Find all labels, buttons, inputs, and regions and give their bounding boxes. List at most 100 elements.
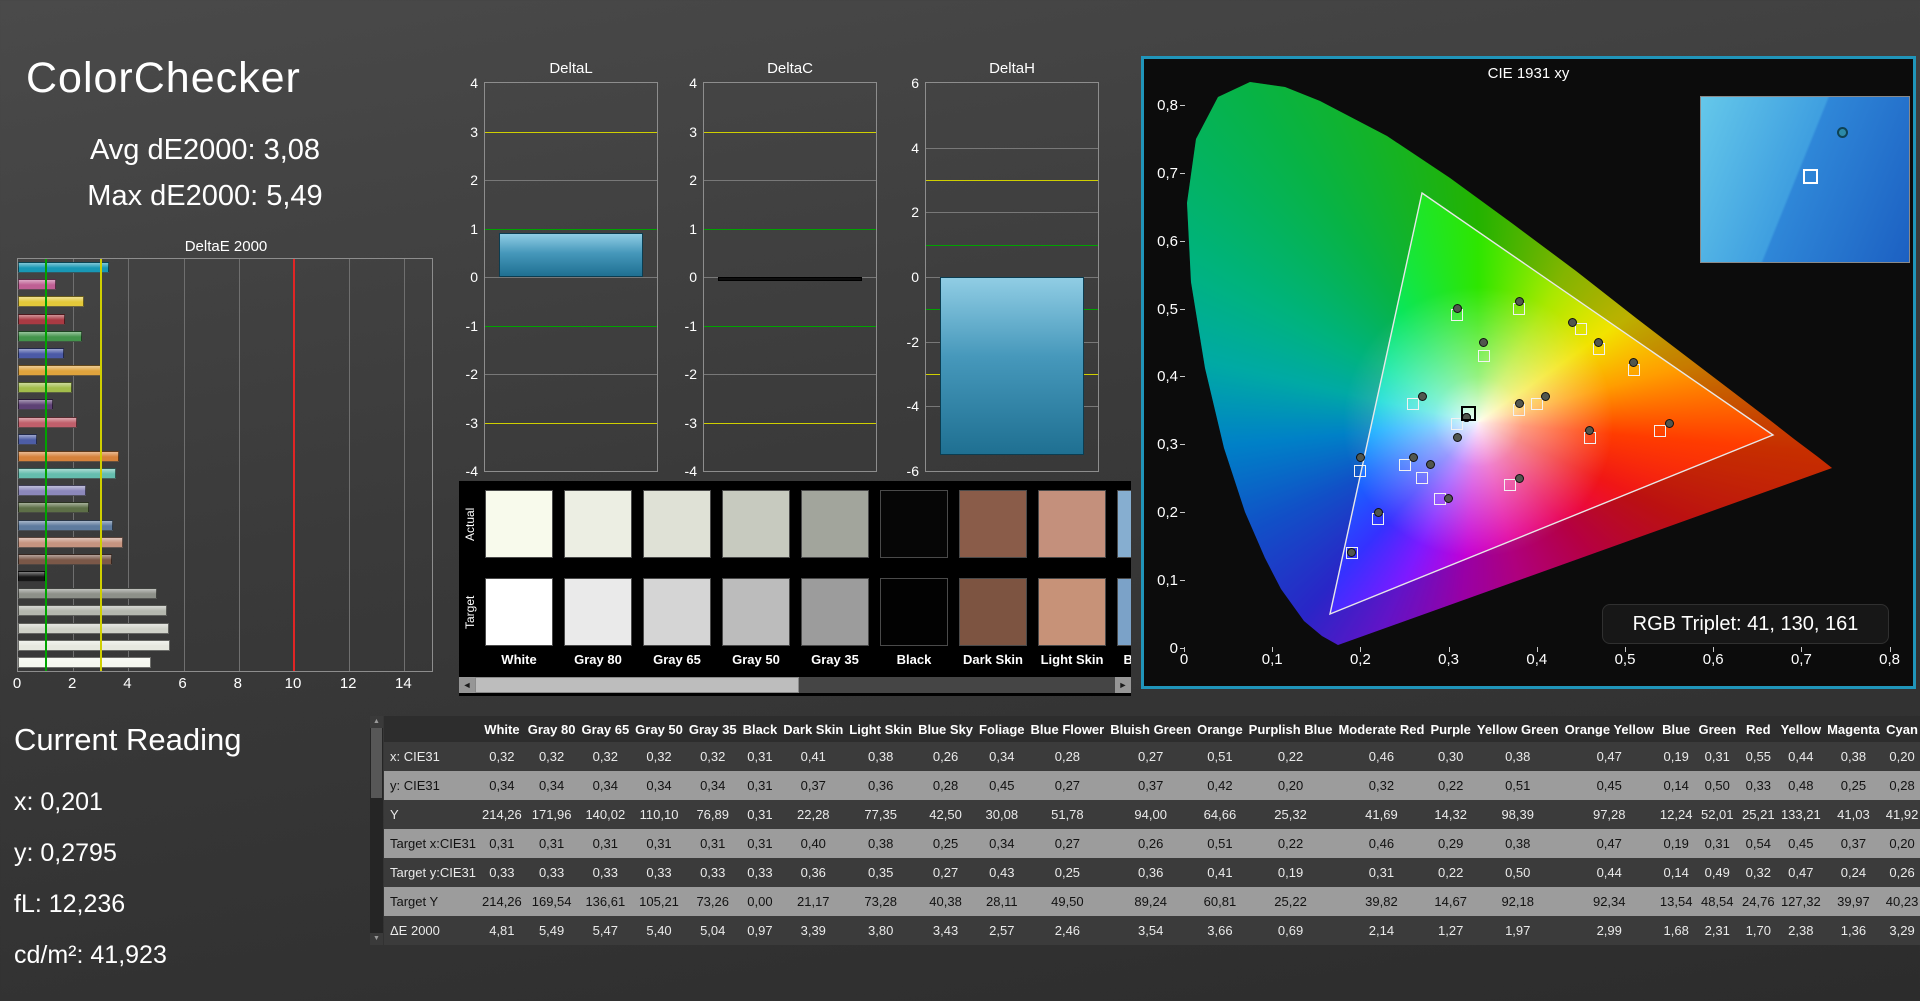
swatch-target-gray-50[interactable] bbox=[722, 578, 790, 646]
deltae-bar-moderate-red bbox=[18, 416, 78, 428]
cie-measured-purplish-blue bbox=[1373, 507, 1383, 517]
axis-tick-label: 2 bbox=[911, 204, 919, 221]
cell: 2,31 bbox=[1704, 923, 1730, 938]
cell: 94,00 bbox=[1134, 807, 1167, 822]
swatch-actual-blue-sky[interactable] bbox=[1117, 490, 1131, 558]
swatch-actual-light-skin[interactable] bbox=[1038, 490, 1106, 558]
cie-selected-target bbox=[1460, 406, 1476, 422]
swatch-actual-dark-skin[interactable] bbox=[959, 490, 1027, 558]
axis-tick-label: 0,8 bbox=[1879, 651, 1901, 668]
cell: 5,47 bbox=[592, 923, 618, 938]
swatch-target-black[interactable] bbox=[880, 578, 948, 646]
cell: 0,14 bbox=[1663, 865, 1689, 880]
cell: 13,54 bbox=[1659, 894, 1693, 909]
swatch-target-light-skin[interactable] bbox=[1038, 578, 1106, 646]
scroll-up-icon[interactable]: ▲ bbox=[370, 716, 383, 728]
cell: 0,47 bbox=[1596, 836, 1622, 851]
reference-line bbox=[704, 325, 876, 327]
scroll-down-icon[interactable]: ▼ bbox=[370, 933, 383, 945]
scroll-left-icon[interactable]: ◄ bbox=[459, 677, 475, 693]
cell: 48,54 bbox=[1700, 894, 1734, 909]
inset-target-square bbox=[1803, 169, 1818, 184]
cie-measured-red bbox=[1664, 419, 1674, 429]
cie-target-blue-sky bbox=[1398, 458, 1411, 471]
axis-tick-label: 1 bbox=[470, 220, 478, 237]
swatch-actual-white[interactable] bbox=[485, 490, 553, 558]
cell: 0,34 bbox=[646, 778, 672, 793]
cie-target-dark-skin bbox=[1530, 397, 1543, 410]
scrollbar-thumb[interactable] bbox=[475, 677, 799, 693]
scroll-right-icon[interactable]: ► bbox=[1115, 677, 1131, 693]
deltae-bar-blue-sky bbox=[18, 519, 113, 531]
cell: 0,22 bbox=[1277, 749, 1304, 764]
cell: 0,32 bbox=[700, 749, 726, 764]
reading-y: y: 0,2795 bbox=[14, 839, 117, 867]
deltae-bar-green bbox=[18, 330, 82, 342]
swatch-actual-gray-80[interactable] bbox=[564, 490, 632, 558]
deltae-bar-gray-35 bbox=[18, 588, 158, 600]
cell: 0,45 bbox=[989, 778, 1015, 793]
deltac-chart: DeltaC 4 3 2 1 0 -1 -2 -3 -4 bbox=[671, 60, 883, 500]
cell: 0,31 bbox=[538, 836, 565, 851]
swatch-target-white[interactable] bbox=[485, 578, 553, 646]
cell: 28,11 bbox=[986, 894, 1018, 909]
scrollbar-thumb[interactable] bbox=[371, 728, 382, 798]
row-label: y: CIE31 bbox=[390, 778, 440, 793]
deltae-bar-cyan bbox=[18, 262, 109, 273]
table-vertical-scrollbar[interactable]: ▲ ▼ bbox=[370, 716, 383, 945]
column-header-light-skin: Light Skin bbox=[846, 716, 916, 742]
reference-line bbox=[704, 228, 876, 230]
swatch-actual-gray-50[interactable] bbox=[722, 490, 790, 558]
cell: 0,45 bbox=[1788, 836, 1814, 851]
axis-tick-label: 0 bbox=[470, 269, 478, 285]
deltae-bar-purplish-blue bbox=[18, 433, 38, 445]
gridline bbox=[404, 259, 406, 671]
deltae-bar-white bbox=[18, 656, 151, 668]
cell: 0,41 bbox=[800, 749, 826, 764]
table-row-y: Y 214,26 171,96 140,02 110,10 76,89 0,31 22,28 7… bbox=[384, 800, 1920, 829]
axis-tick-label: 0,1 bbox=[1261, 651, 1283, 668]
swatch-actual-black[interactable] bbox=[880, 490, 948, 558]
axis-tick-label: 0 bbox=[12, 675, 22, 692]
cie-target-blue-flower bbox=[1416, 472, 1429, 485]
cell: 0,32 bbox=[1745, 865, 1771, 880]
cell: 41,03 bbox=[1837, 807, 1870, 822]
swatch-actual-gray-35[interactable] bbox=[801, 490, 869, 558]
swatch-target-blue-sky[interactable] bbox=[1117, 578, 1131, 646]
deltae2000-plot bbox=[17, 258, 433, 672]
cell: 0,14 bbox=[1663, 778, 1689, 793]
axis-tick-label: 6 bbox=[178, 675, 187, 692]
swatch-scrollbar[interactable]: ◄ ► bbox=[459, 677, 1131, 693]
cell: 14,67 bbox=[1434, 894, 1467, 909]
axis-tick-label: -3 bbox=[684, 414, 697, 431]
tick-mark bbox=[1625, 647, 1626, 652]
column-header-purple: Purple bbox=[1427, 716, 1474, 742]
table-row--e-2000: ΔE 2000 4,81 5,49 5,47 5,40 5,04 0,97 3,39 3,80 3… bbox=[384, 916, 1920, 945]
patch-label: Black bbox=[896, 652, 932, 667]
cell: 39,82 bbox=[1365, 894, 1398, 909]
chart-title: DeltaC bbox=[767, 60, 813, 77]
swatch-target-gray-35[interactable] bbox=[801, 578, 869, 646]
deltae-bar-gray-50 bbox=[18, 605, 168, 617]
cell: 0,54 bbox=[1745, 836, 1771, 851]
swatch-target-gray-65[interactable] bbox=[643, 578, 711, 646]
axis-tick-label: 0,8 bbox=[1157, 96, 1178, 114]
swatch-target-dark-skin[interactable] bbox=[959, 578, 1027, 646]
cell: 0,00 bbox=[747, 894, 773, 909]
cell: 3,43 bbox=[932, 923, 959, 938]
cell: 42,50 bbox=[929, 807, 962, 822]
gridline bbox=[926, 212, 1098, 214]
cell: 51,78 bbox=[1051, 807, 1084, 822]
cell: 0,50 bbox=[1704, 778, 1730, 793]
actual-row-label: Actual bbox=[463, 507, 477, 541]
swatch-target-gray-80[interactable] bbox=[564, 578, 632, 646]
swatch-actual-gray-65[interactable] bbox=[643, 490, 711, 558]
cell: 25,21 bbox=[1742, 807, 1775, 822]
cell: 40,38 bbox=[929, 894, 962, 909]
deltae-bar-red bbox=[18, 313, 65, 325]
axis-tick-label: 0,2 bbox=[1349, 651, 1371, 668]
column-header-gray-50: Gray 50 bbox=[632, 716, 686, 742]
cell: 0,26 bbox=[1889, 865, 1915, 880]
cell: 98,39 bbox=[1501, 807, 1534, 822]
cell: 0,29 bbox=[1438, 836, 1464, 851]
